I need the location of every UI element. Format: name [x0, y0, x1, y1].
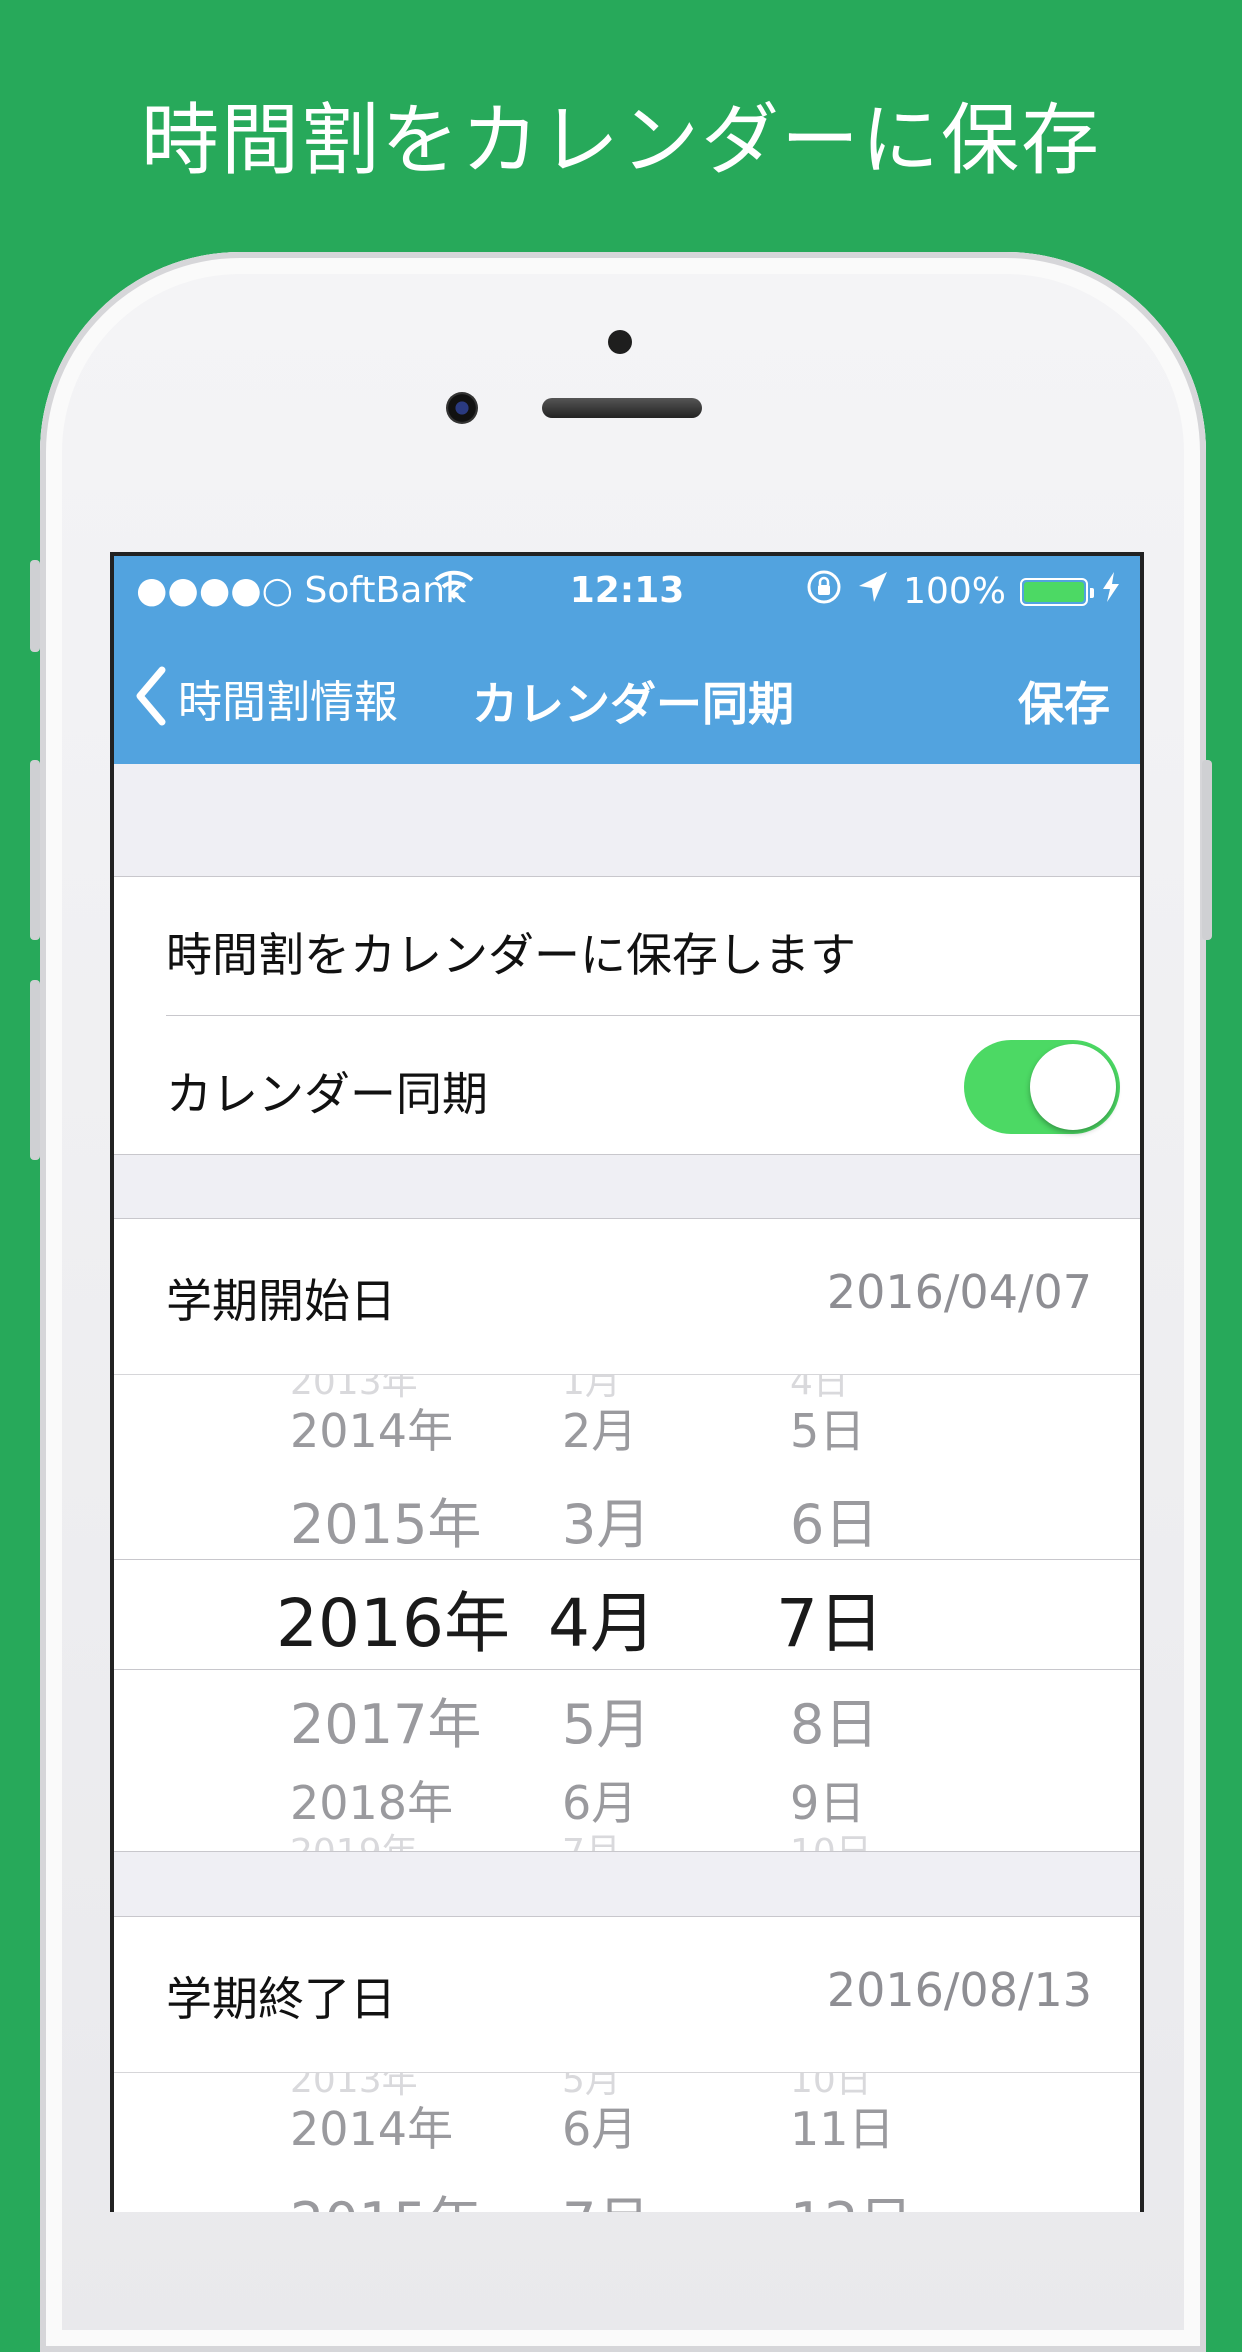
term-start-label: 学期開始日	[166, 1274, 396, 1328]
term-start-section: 学期開始日 2016/04/07 2013年 1月 4日 2019年 7月 10…	[114, 1218, 1140, 1852]
picker-day-option[interactable]: 5日	[790, 1395, 865, 1461]
picker-day-option[interactable]: 6日	[790, 1480, 878, 1559]
picker-year-option[interactable]: 2015年	[290, 1480, 481, 1559]
location-arrow-icon	[857, 570, 889, 613]
phone-side-button	[30, 980, 40, 1160]
proximity-sensor	[608, 330, 632, 354]
picker-day-option[interactable]: 8日	[790, 1680, 878, 1759]
calendar-sync-toggle[interactable]	[964, 1040, 1120, 1134]
battery-percent: 100%	[903, 571, 1006, 612]
term-start-value: 2016/04/07	[826, 1265, 1092, 1319]
status-bar: ●●●●○ SoftBank 12:13 100%	[114, 556, 1140, 630]
picker-year-selected[interactable]: 2016年	[276, 1570, 510, 1666]
description-text: 時間割をカレンダーに保存します	[166, 928, 856, 982]
phone-power-button	[1202, 760, 1212, 940]
term-end-value: 2016/08/13	[826, 1963, 1092, 2017]
sync-section: 時間割をカレンダーに保存します カレンダー同期	[114, 876, 1140, 1155]
picker-month-option[interactable]: 7月	[562, 2178, 650, 2212]
picker-selection-line	[114, 1559, 1140, 1560]
term-end-label: 学期終了日	[166, 1972, 396, 2026]
back-button-label: 時間割情報	[178, 677, 398, 728]
picker-day-option[interactable]: 12日	[790, 2178, 913, 2212]
picker-month-selected[interactable]: 4月	[548, 1570, 656, 1666]
term-end-row[interactable]: 学期終了日 2016/08/13	[114, 1917, 1140, 2072]
chevron-left-icon	[134, 666, 168, 730]
picker-month-option[interactable]: 6月	[562, 1767, 637, 1833]
picker-year-option[interactable]: 2017年	[290, 1680, 481, 1759]
calendar-sync-row: カレンダー同期	[114, 1016, 1140, 1154]
charging-bolt-icon	[1102, 571, 1120, 612]
term-start-date-picker[interactable]: 2013年 1月 4日 2019年 7月 10日 2014年2月5日2015年3…	[114, 1374, 1140, 1851]
headline: 時間割をカレンダーに保存	[140, 96, 1101, 186]
picker-selection-line	[114, 1669, 1140, 1670]
term-end-section: 学期終了日 2016/08/13 2013年 5月 10日 2014年 6月 11日…	[114, 1916, 1140, 2212]
rotation-lock-icon	[805, 568, 843, 615]
toggle-knob	[1030, 1044, 1116, 1130]
earpiece-speaker	[542, 398, 702, 418]
battery-icon	[1020, 577, 1094, 606]
phone-side-button	[30, 560, 40, 652]
back-button[interactable]: 時間割情報	[134, 666, 398, 730]
picker-year-option[interactable]: 2015年	[290, 2178, 481, 2212]
description-row: 時間割をカレンダーに保存します	[114, 877, 1140, 1015]
phone-screen: ●●●●○ SoftBank 12:13 100% 時間割情報 カレンダー同期 …	[110, 552, 1144, 2212]
battery-fill	[1024, 581, 1084, 602]
picker-year-option[interactable]: 2014年	[290, 2093, 453, 2159]
page-title: カレンダー同期	[472, 677, 794, 731]
picker-year-option[interactable]: 2014年	[290, 1395, 453, 1461]
save-button[interactable]: 保存	[1018, 668, 1110, 734]
picker-day-selected[interactable]: 7日	[776, 1570, 884, 1666]
picker-month-option[interactable]: 3月	[562, 1480, 650, 1559]
picker-day-option[interactable]: 9日	[790, 1767, 865, 1833]
picker-day-option[interactable]: 11日	[790, 2093, 895, 2159]
picker-month-option[interactable]: 6月	[562, 2093, 637, 2159]
phone-side-button	[30, 760, 40, 940]
picker-month-option[interactable]: 5月	[562, 1680, 650, 1759]
term-end-date-picker[interactable]: 2013年 5月 10日 2014年6月11日2015年7月12日	[114, 2072, 1140, 2212]
navigation-bar: 時間割情報 カレンダー同期 保存	[114, 630, 1140, 764]
front-camera	[446, 392, 478, 424]
calendar-sync-label: カレンダー同期	[166, 1067, 488, 1121]
picker-month-option[interactable]: 2月	[562, 1395, 637, 1461]
picker-year-option[interactable]: 2018年	[290, 1767, 453, 1833]
term-start-row[interactable]: 学期開始日 2016/04/07	[114, 1219, 1140, 1374]
